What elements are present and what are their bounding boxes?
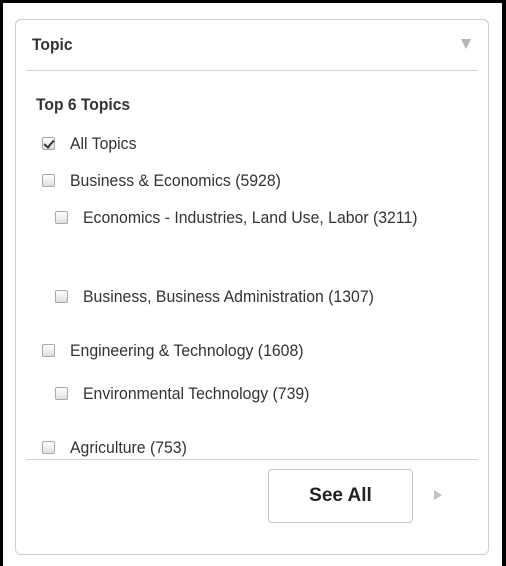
checkbox-agriculture[interactable]	[42, 441, 55, 454]
option-label: Engineering & Technology (1608)	[70, 341, 304, 360]
option-label: Business & Economics (5928)	[70, 171, 281, 190]
topic-facet-header[interactable]: Topic	[16, 20, 488, 72]
group-title: Top 6 Topics	[36, 95, 131, 114]
option-label: Economics - Industries, Land Use, Labor …	[83, 208, 418, 227]
header-divider	[26, 70, 478, 71]
facet-title: Topic	[32, 35, 73, 54]
checkbox-environmental-technology[interactable]	[55, 387, 68, 400]
checkbox-all-topics[interactable]	[42, 137, 55, 150]
checkbox-business-economics[interactable]	[42, 174, 55, 187]
checkbox-economics-industries[interactable]	[55, 211, 68, 224]
triangle-right-icon[interactable]	[434, 490, 442, 500]
topic-facet-panel: Topic Top 6 Topics All Topics Business &…	[15, 19, 489, 555]
checkbox-business-administration[interactable]	[55, 290, 68, 303]
option-label: Agriculture (753)	[70, 438, 187, 457]
footer-divider	[26, 459, 478, 460]
option-label: Environmental Technology (739)	[83, 384, 310, 403]
see-all-button[interactable]: See All	[268, 469, 413, 523]
checkbox-engineering-technology[interactable]	[42, 344, 55, 357]
triangle-down-icon[interactable]	[461, 39, 471, 49]
option-label: Business, Business Administration (1307)	[83, 287, 374, 306]
option-label: All Topics	[70, 134, 137, 153]
